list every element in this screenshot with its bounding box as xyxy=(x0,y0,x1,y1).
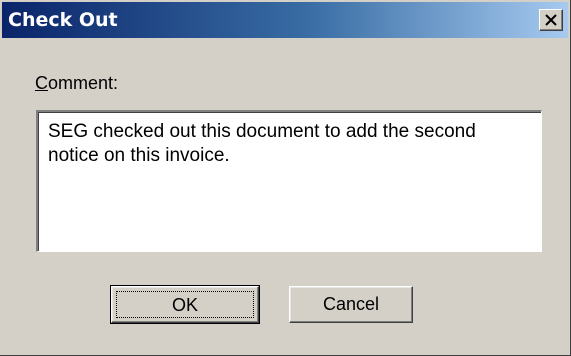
comment-textarea[interactable]: SEG checked out this document to add the… xyxy=(36,110,542,252)
comment-label-mnemonic: C xyxy=(35,73,48,93)
comment-label: Comment: xyxy=(35,73,118,94)
cancel-button[interactable]: Cancel xyxy=(289,286,413,323)
window-title: Check Out xyxy=(8,9,118,31)
title-bar[interactable]: Check Out xyxy=(2,2,568,38)
comment-label-text: omment: xyxy=(48,73,119,93)
check-out-dialog: Check Out Comment: SEG checked out this … xyxy=(0,0,571,356)
ok-button[interactable]: OK xyxy=(110,285,260,324)
ok-button-label: OK xyxy=(116,291,254,318)
close-button[interactable] xyxy=(539,9,563,31)
